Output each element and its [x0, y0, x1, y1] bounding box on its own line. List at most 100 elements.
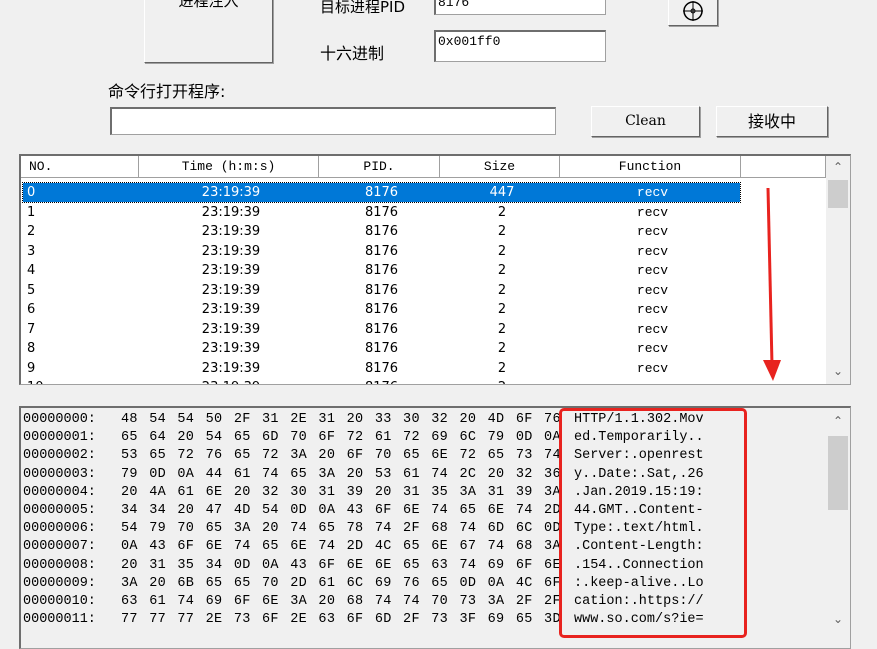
cell-no: 0 [27, 185, 36, 200]
finder-button[interactable] [668, 0, 718, 26]
table-row[interactable]: 3 23:19:39 8176 2 recv [23, 242, 740, 261]
hex-offset: 00000002: [23, 448, 96, 464]
hex-offset: 00000005: [23, 503, 96, 518]
cell-time: 23:19:39 [201, 282, 261, 298]
cell-time: 23:19:39 [201, 204, 261, 220]
table-row[interactable]: 10 23:19:3981762recv [23, 378, 743, 384]
hex-offset: 00000009: [23, 575, 96, 591]
hex-offset: 00000001: [23, 430, 96, 446]
hex-bytes: 79 0D 0A 44 61 74 65 3A 20 53 61 74 2C 2… [121, 466, 561, 482]
column-header-pid[interactable]: PID. [319, 156, 440, 178]
cell-no: 7 [27, 321, 36, 337]
cell-size: 2 [497, 243, 507, 259]
column-header-empty [741, 156, 826, 178]
scroll-down-icon[interactable]: ⌄ [826, 612, 850, 626]
hex-line: 00000001: 65 64 20 54 65 6D 70 6F 72 61 7… [23, 429, 561, 447]
cell-pid: 8176 [364, 243, 399, 259]
cell-pid: 8176 [364, 360, 399, 376]
cell-no: 9 [27, 360, 36, 376]
hex-bytes: 63 61 74 69 6F 6E 3A 20 68 74 74 70 73 3… [121, 594, 561, 609]
column-header-size[interactable]: Size [440, 156, 560, 178]
target-pid-input[interactable]: 8176 [434, 0, 606, 15]
receive-button[interactable]: 接收中 [716, 106, 828, 137]
scroll-thumb[interactable] [828, 180, 848, 208]
cell-function: recv [636, 321, 669, 337]
scroll-up-icon[interactable]: ⌃ [826, 160, 850, 174]
cell-time: 23:19:39 [201, 360, 261, 376]
cell-no: 3 [27, 243, 36, 259]
cell-time: 23:19:39 [201, 224, 261, 239]
cell-function: recv [562, 378, 743, 384]
hex-line: 00000002: 53 65 72 76 65 72 3A 20 6F 70 6… [23, 447, 561, 465]
red-arrow-annotation [763, 187, 781, 381]
clean-button-label: Clean [625, 113, 666, 129]
column-header-time[interactable]: Time (h:m:s) [139, 156, 319, 178]
hex-bytes: 3A 20 6B 65 65 70 2D 61 6C 69 76 65 0D 0… [121, 575, 561, 591]
cell-size: 447 [489, 185, 515, 200]
cell-time: 23:19:39 [201, 321, 261, 337]
cell-time: 23:19:39 [201, 185, 261, 200]
hex-line: 00000003: 79 0D 0A 44 61 74 65 3A 20 53 6… [23, 466, 561, 484]
table-row[interactable]: 7 23:19:39 8176 2 recv [23, 320, 740, 339]
cell-no: 2 [27, 224, 36, 239]
table-row[interactable]: 8 23:19:39 8176 2 recv [23, 339, 740, 358]
hex-bytes: 34 34 20 47 4D 54 0D 0A 43 6F 6E 74 65 6… [121, 503, 561, 518]
table-row[interactable]: 1 23:19:39 8176 2 recv [23, 203, 740, 222]
cell-pid: 8176 [364, 185, 399, 200]
list-scrollbar[interactable]: ⌃ ⌄ [826, 156, 850, 384]
cell-pid: 8176 [364, 224, 399, 239]
cell-size: 2 [497, 341, 507, 356]
cell-pid: 8176 [364, 204, 399, 220]
cell-size: 2 [497, 302, 507, 317]
hex-bytes: 20 4A 61 6E 20 32 30 31 39 20 31 35 3A 3… [121, 484, 561, 500]
cell-size: 2 [497, 282, 507, 298]
cell-no: 6 [27, 302, 36, 317]
table-row[interactable]: 4 23:19:39 8176 2 recv [23, 261, 740, 280]
cell-function: recv [636, 360, 669, 376]
cell-size: 2 [497, 263, 507, 278]
cell-function: recv [636, 243, 669, 259]
table-row[interactable]: 6 23:19:39 8176 2 recv [23, 300, 740, 319]
hex-offset: 00000010: [23, 594, 96, 609]
target-pid-label: 目标进程PID [320, 0, 406, 16]
table-row[interactable]: 5 23:19:39 8176 2 recv [23, 281, 740, 300]
hex-offset: 00000003: [23, 466, 96, 482]
inject-button[interactable]: 进程注入 [144, 0, 273, 63]
cell-pid: 8176 [364, 302, 399, 317]
cell-time: 23:19:39 [201, 243, 261, 259]
cell-pid: 8176 [364, 282, 399, 298]
scroll-up-icon[interactable]: ⌃ [826, 414, 850, 428]
hex-bytes: 77 77 77 2E 73 6F 2E 63 6F 6D 2F 73 3F 6… [121, 612, 561, 628]
hex-bytes: 48 54 54 50 2F 31 2E 31 20 33 30 32 20 4… [121, 412, 561, 427]
cell-size: 2 [497, 360, 507, 376]
cmd-input[interactable] [110, 107, 556, 135]
column-header-no[interactable]: NO. [21, 156, 139, 178]
hex-input[interactable]: 0x001ff0 [434, 30, 606, 62]
table-row[interactable]: 9 23:19:39 8176 2 recv [23, 359, 740, 378]
hex-offset: 00000008: [23, 557, 96, 573]
cell-pid: 8176 [364, 263, 399, 278]
packet-list[interactable]: NO. Time (h:m:s) PID. Size Function 0 23:… [19, 154, 851, 385]
cell-no: 5 [27, 282, 36, 298]
scroll-thumb[interactable] [828, 436, 848, 510]
hex-label: 十六进制 [320, 44, 385, 63]
cell-function: recv [636, 341, 669, 356]
table-row[interactable]: 0 23:19:39 8176 447 recv [22, 182, 741, 203]
clean-button[interactable]: Clean [591, 106, 700, 137]
hex-bytes: 20 31 35 34 0D 0A 43 6F 6E 6E 65 63 74 6… [121, 557, 561, 573]
hex-line: 00000011: 77 77 77 2E 73 6F 2E 63 6F 6D 2… [23, 611, 561, 629]
cell-time: 23:19:39 [201, 302, 261, 317]
column-header-function[interactable]: Function [560, 156, 741, 178]
hex-line: 00000010: 63 61 74 69 6F 6E 3A 20 68 74 7… [23, 593, 561, 611]
hex-line: 00000004: 20 4A 61 6E 20 32 30 31 39 20 3… [23, 484, 561, 502]
hex-bytes: 0A 43 6F 6E 74 65 6E 74 2D 4C 65 6E 67 7… [121, 539, 561, 555]
cell-pid: 8176 [321, 378, 442, 384]
crosshair-target-icon [683, 1, 703, 21]
hex-scrollbar[interactable]: ⌃ ⌄ [826, 408, 850, 638]
scroll-down-icon[interactable]: ⌄ [826, 364, 850, 378]
hex-line: 00000008: 20 31 35 34 0D 0A 43 6F 6E 6E 6… [23, 557, 561, 575]
table-row[interactable]: 2 23:19:39 8176 2 recv [23, 222, 740, 241]
hex-bytes: 53 65 72 76 65 72 3A 20 6F 70 65 6E 72 6… [121, 448, 561, 464]
cell-size: 2 [497, 224, 507, 239]
hex-bytes: 65 64 20 54 65 6D 70 6F 72 61 72 69 6C 7… [121, 430, 561, 446]
